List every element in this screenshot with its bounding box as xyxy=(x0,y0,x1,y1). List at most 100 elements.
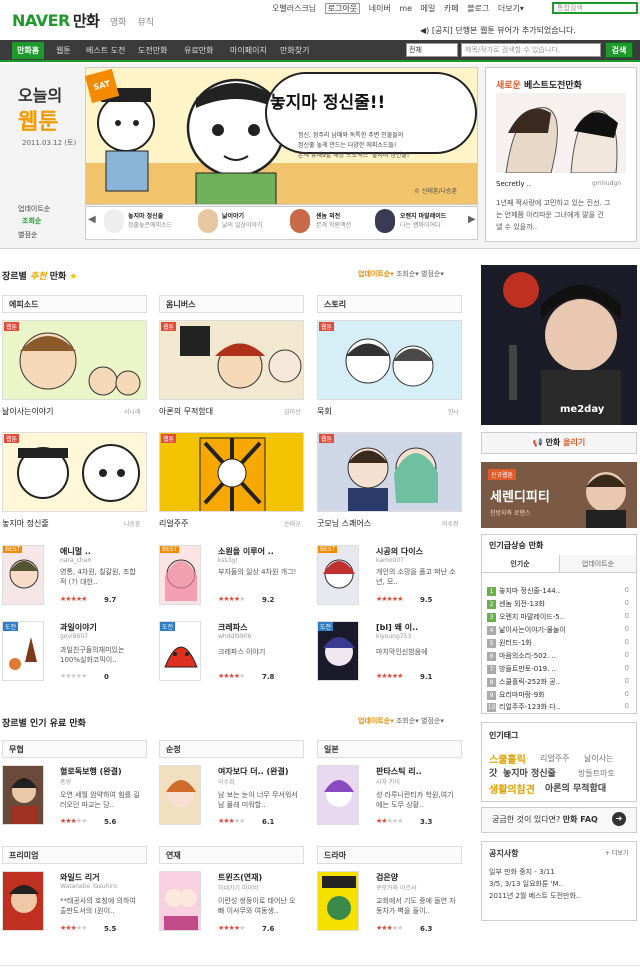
link-more[interactable]: 더보기▾ xyxy=(498,4,524,13)
link-mail[interactable]: 메일 xyxy=(421,4,436,13)
rank-item[interactable]: 3 오렌지 마말레이드-5.. 0 xyxy=(487,612,633,622)
comic-thumbnail[interactable] xyxy=(2,765,44,825)
tab-mypage[interactable]: 마이페이지 xyxy=(230,45,267,56)
tag-link[interactable]: 스쿨홀릭 xyxy=(489,751,526,766)
tab-search[interactable]: 만화찾기 xyxy=(280,45,309,56)
naver-logo[interactable]: NAVER 만화 xyxy=(12,10,100,31)
tag-link[interactable]: 놓지마 정신줄 xyxy=(503,766,556,779)
comic-thumbnail[interactable] xyxy=(2,871,44,931)
rank-item[interactable]: 4 낢이사는이야기-물놀이 0 xyxy=(487,625,633,635)
comic-search-input[interactable]: 제목/작가로 검색할 수 있습니다. xyxy=(461,43,601,57)
comic-title[interactable]: 크레파스 xyxy=(218,622,247,633)
tab-best[interactable]: 베스트 도전 xyxy=(86,45,125,56)
comic-title[interactable]: 소원을 이루어 .. xyxy=(218,546,274,557)
tab-challenge[interactable]: 도전만화 xyxy=(138,45,167,56)
comic-thumbnail[interactable] xyxy=(2,545,44,605)
tag-link[interactable]: 낢이사는 xyxy=(584,753,613,764)
rank-item[interactable]: 1 놓지마 정신줄-144.. 0 xyxy=(487,586,633,596)
next-arrow-icon[interactable]: ▶ xyxy=(468,214,476,225)
rank-item[interactable]: 6 마음의소리-502. .. 0 xyxy=(487,651,633,661)
category-story[interactable]: 스토리 xyxy=(317,295,462,313)
comic-title[interactable]: 놓지마 정신줄 xyxy=(2,518,49,529)
nav-movie-link[interactable]: 영화 xyxy=(110,18,127,28)
comic-thumbnail[interactable] xyxy=(159,545,201,605)
strip-thumb[interactable] xyxy=(104,209,124,233)
tab-home[interactable]: 만화홈 xyxy=(12,42,45,59)
category-romance[interactable]: 순정 xyxy=(159,740,304,758)
category-omnibus[interactable]: 옴니버스 xyxy=(159,295,304,313)
notice-more-link[interactable]: + 더보기 xyxy=(605,848,629,857)
comic-thumbnail[interactable] xyxy=(317,432,462,512)
comic-thumbnail[interactable] xyxy=(317,320,462,400)
comic-thumbnail[interactable] xyxy=(159,432,304,512)
comic-title[interactable]: 검은양 xyxy=(376,872,398,883)
strip-thumb[interactable] xyxy=(198,209,218,233)
rank-item[interactable]: 5 원터드-1화 0 xyxy=(487,638,633,648)
comic-title[interactable]: 와일드 리거 xyxy=(60,872,100,883)
category-premium[interactable]: 프리미엄 xyxy=(2,846,147,864)
comic-thumbnail[interactable] xyxy=(2,320,147,400)
rank-item[interactable]: 9 요리마마랑-9화 0 xyxy=(487,690,633,700)
tag-link[interactable]: 생활의참견 xyxy=(489,781,535,796)
notice-item[interactable]: 2011년 2월 베스트 도전만화.. xyxy=(489,891,580,901)
tag-link[interactable]: 아론의 무적함대 xyxy=(545,781,606,794)
ad-banner[interactable] xyxy=(481,265,637,425)
notice-banner[interactable]: ◀) [공지] 단행본 웹툰 뷰어가 추가되었습니다. xyxy=(420,25,576,36)
arrow-right-icon[interactable]: ➜ xyxy=(612,812,626,826)
link-cafe[interactable]: 카페 xyxy=(444,4,459,13)
comic-title[interactable]: 트윈즈(연재) xyxy=(218,872,262,883)
comic-title[interactable]: 묵회 xyxy=(317,406,332,417)
link-blog[interactable]: 블로그 xyxy=(467,4,489,13)
sort-views[interactable]: 조회순▾ xyxy=(396,270,419,278)
notice-item[interactable]: 일부 만화 중지 - 3/11 xyxy=(489,867,555,877)
strip-item[interactable]: 센놈 외전 본격 학원액션 xyxy=(316,212,351,230)
comic-title[interactable]: 리얼주주 xyxy=(159,518,188,529)
strip-item[interactable]: 놓지마 정신줄 정줄놓은에피소드 xyxy=(128,212,172,230)
comic-thumbnail[interactable] xyxy=(317,765,359,825)
comic-title[interactable]: 과일이야기 xyxy=(60,622,97,633)
comic-title[interactable]: 시공의 다이스 xyxy=(376,546,423,557)
rank-item[interactable]: 10 리얼주주-123화 다.. 0 xyxy=(487,702,633,712)
tab-update[interactable]: 업데이트순 xyxy=(559,555,637,573)
sort-update[interactable]: 업데이트순 xyxy=(18,204,50,214)
sort-views[interactable]: 조회순 xyxy=(22,216,41,226)
prev-arrow-icon[interactable]: ◀ xyxy=(88,214,96,225)
strip-item[interactable]: 낢이야기 낢의 일상이야기 xyxy=(222,212,263,230)
comic-thumbnail[interactable] xyxy=(159,765,201,825)
comic-thumbnail[interactable] xyxy=(2,432,147,512)
sort-rating[interactable]: 별점순▾ xyxy=(421,270,444,278)
comic-title[interactable]: 낢이사는이야기 xyxy=(2,406,54,417)
rank-item[interactable]: 2 센놈 외전-13화 0 xyxy=(487,599,633,609)
rank-item[interactable]: 8 스쿨홀릭-252화 공.. 0 xyxy=(487,677,633,687)
search-button[interactable]: 검색 xyxy=(605,42,633,58)
rank-item[interactable]: 7 방들트만토-019. .. 0 xyxy=(487,664,633,674)
search-category-select[interactable]: 전체 xyxy=(406,43,458,57)
comic-thumbnail[interactable] xyxy=(159,871,201,931)
strip-item[interactable]: 오렌지 마말레이드 나는 뱀파이어다 xyxy=(400,212,446,230)
comic-thumbnail[interactable] xyxy=(317,871,359,931)
link-naver[interactable]: 네이버 xyxy=(369,4,391,13)
strip-thumb[interactable] xyxy=(290,209,310,233)
comic-title[interactable]: 혈로독보행 (완결) xyxy=(60,766,122,777)
tab-popular[interactable]: 인기순 xyxy=(481,555,559,573)
tab-paid[interactable]: 유료만화 xyxy=(184,45,213,56)
comic-title[interactable]: 애니멀 .. xyxy=(60,546,91,557)
upload-comic-button[interactable]: 📢 만화 올리기 xyxy=(481,432,637,454)
tag-link[interactable]: 방들트마토 xyxy=(578,768,615,779)
strip-thumb[interactable] xyxy=(375,209,395,233)
tag-link[interactable]: 리얼주주 xyxy=(540,753,569,764)
sort-rating[interactable]: 별점순 xyxy=(18,230,37,240)
comic-title[interactable]: 여자보다 더.. (완결) xyxy=(218,766,288,777)
category-episode[interactable]: 에피소드 xyxy=(2,295,147,313)
notice-item[interactable]: 3/5, 3/13 일요화툰 'M.. xyxy=(489,879,563,889)
category-martial[interactable]: 무협 xyxy=(2,740,147,758)
nav-music-link[interactable]: 뮤직 xyxy=(137,18,154,28)
sort-rating[interactable]: 별점순▾ xyxy=(421,717,444,725)
comic-title[interactable]: 판타스틱 리.. xyxy=(376,766,422,777)
logout-button[interactable]: 로그아웃 xyxy=(324,3,361,14)
category-drama[interactable]: 드라마 xyxy=(317,846,462,864)
category-japan[interactable]: 일본 xyxy=(317,740,462,758)
comic-title[interactable]: 굿모닝 스쾌어스 xyxy=(317,518,371,529)
sort-update[interactable]: 업데이트순▾ xyxy=(358,270,394,278)
comic-title[interactable]: [bl] 왜 이.. xyxy=(376,622,418,633)
